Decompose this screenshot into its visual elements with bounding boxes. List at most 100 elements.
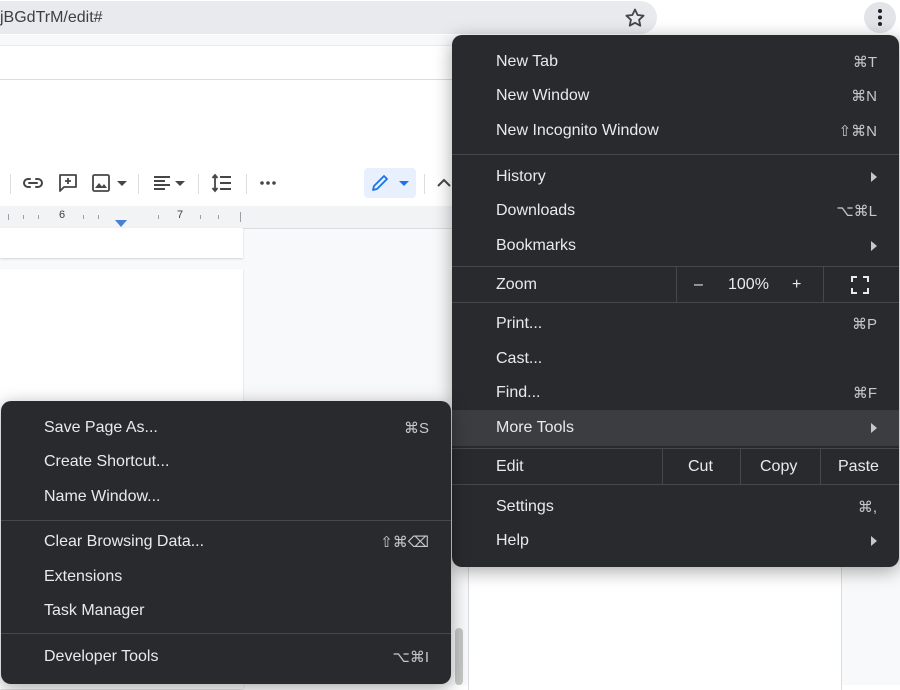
menu-item-shortcut: ⇧⌘N — [838, 123, 877, 140]
menu-item-history[interactable]: History — [452, 160, 899, 194]
menu-separator — [452, 154, 899, 155]
menu-item-label: New Tab — [496, 53, 558, 70]
menu-item-label: Create Shortcut... — [44, 453, 170, 470]
menu-item-developer-tools[interactable]: Developer Tools ⌥⌘I — [1, 640, 451, 674]
menu-item-label: Save Page As... — [44, 419, 158, 436]
address-bar[interactable]: jBGdTrM/edit# — [0, 1, 657, 34]
menu-item-shortcut: ⌥⌘I — [392, 649, 429, 666]
image-dropdown-icon[interactable] — [110, 171, 134, 195]
menu-separator — [1, 520, 451, 521]
fullscreen-button[interactable] — [824, 267, 899, 302]
ruler-tick — [23, 215, 24, 219]
add-comment-icon[interactable] — [56, 171, 80, 195]
menu-separator — [452, 484, 899, 485]
menu-item-name-window[interactable]: Name Window... — [1, 480, 451, 514]
more-horiz-icon[interactable] — [256, 171, 280, 195]
submenu-arrow-icon — [871, 536, 877, 546]
more-vert-icon — [878, 9, 882, 26]
zoom-level: 100% — [728, 276, 769, 293]
menu-item-bookmarks[interactable]: Bookmarks — [452, 229, 899, 263]
menu-item-shortcut: ⌘F — [852, 385, 877, 402]
menu-separator — [452, 302, 899, 303]
bookmark-star-icon[interactable] — [623, 6, 647, 30]
toolbar-separator — [246, 174, 247, 194]
menu-item-extensions[interactable]: Extensions — [1, 560, 451, 594]
menu-item-shortcut: ⌘, — [857, 499, 877, 516]
edit-label: Edit — [496, 458, 524, 475]
copy-button[interactable]: Copy — [741, 449, 820, 484]
menu-item-shortcut: ⌘S — [403, 420, 429, 437]
fullscreen-icon — [851, 276, 869, 294]
scrollbar-thumb[interactable] — [455, 628, 463, 685]
docs-toolbar — [0, 160, 452, 206]
menu-item-new-window[interactable]: New Window ⌘N — [452, 79, 899, 113]
browser-main-menu: New Tab ⌘T New Window ⌘N New Incognito W… — [452, 35, 899, 567]
document-page[interactable] — [468, 565, 842, 690]
ruler-number: 6 — [59, 209, 66, 221]
menu-item-label: Print... — [496, 315, 543, 332]
menu-item-downloads[interactable]: Downloads ⌥⌘L — [452, 194, 899, 228]
insert-link-icon[interactable] — [21, 171, 45, 195]
ruler-tick — [158, 215, 159, 219]
cut-button[interactable]: Cut — [663, 449, 740, 484]
document-page[interactable] — [0, 228, 243, 258]
menu-item-shortcut: ⌘N — [851, 88, 877, 105]
menu-item-new-tab[interactable]: New Tab ⌘T — [452, 45, 899, 79]
menu-item-new-incognito-window[interactable]: New Incognito Window ⇧⌘N — [452, 114, 899, 148]
menu-item-label: Cast... — [496, 350, 543, 367]
paste-button[interactable]: Paste — [821, 449, 899, 484]
menu-item-create-shortcut[interactable]: Create Shortcut... — [1, 445, 451, 479]
line-spacing-icon[interactable] — [210, 171, 234, 195]
cut-label: Cut — [688, 458, 713, 475]
editing-mode-button[interactable] — [364, 168, 416, 198]
menu-item-label: Name Window... — [44, 488, 161, 505]
zoom-out-button[interactable]: – — [677, 267, 723, 302]
submenu-arrow-icon — [871, 241, 877, 251]
menu-item-label: More Tools — [496, 419, 574, 436]
menu-item-shortcut: ⌘P — [851, 316, 877, 333]
menu-item-settings[interactable]: Settings ⌘, — [452, 490, 899, 524]
ruler-tick — [8, 214, 9, 220]
menu-item-label: History — [496, 168, 546, 185]
menu-item-shortcut: ⇧⌘⌫ — [380, 534, 429, 551]
menu-item-more-tools[interactable]: More Tools — [452, 410, 899, 446]
menu-item-label: New Window — [496, 87, 590, 104]
ruler-tick — [98, 215, 99, 219]
align-dropdown-icon[interactable] — [168, 171, 192, 195]
menu-item-print[interactable]: Print... ⌘P — [452, 307, 899, 341]
menu-item-save-page-as[interactable]: Save Page As... ⌘S — [1, 411, 451, 445]
zoom-row: Zoom – 100% + — [452, 267, 899, 302]
zoom-out-label: – — [694, 276, 703, 293]
ruler-number: 7 — [177, 209, 184, 221]
menu-item-label: Extensions — [44, 568, 123, 585]
zoom-in-label: + — [792, 276, 802, 293]
more-tools-submenu: Save Page As... ⌘S Create Shortcut... Na… — [1, 401, 451, 684]
menu-item-task-manager[interactable]: Task Manager — [1, 594, 451, 628]
menu-item-label: Find... — [496, 384, 541, 401]
indent-marker[interactable] — [115, 220, 127, 227]
menu-item-find[interactable]: Find... ⌘F — [452, 376, 899, 410]
menu-item-cast[interactable]: Cast... — [452, 342, 899, 376]
paste-label: Paste — [838, 458, 879, 475]
ruler-tick — [200, 215, 201, 219]
address-bar-url: jBGdTrM/edit# — [0, 9, 103, 26]
ruler-tick — [240, 212, 241, 222]
menu-item-label: Downloads — [496, 202, 576, 219]
copy-label: Copy — [760, 458, 798, 475]
toolbar-separator — [198, 174, 199, 194]
menu-item-clear-browsing-data[interactable]: Clear Browsing Data... ⇧⌘⌫ — [1, 525, 451, 559]
menu-item-label: Bookmarks — [496, 237, 577, 254]
menu-item-label: Developer Tools — [44, 648, 159, 665]
menu-item-label: Task Manager — [44, 602, 145, 619]
menu-item-label: Settings — [496, 498, 554, 515]
docs-ruler[interactable]: 6 7 — [0, 206, 452, 229]
zoom-in-button[interactable]: + — [777, 267, 823, 302]
menu-item-help[interactable]: Help — [452, 524, 899, 558]
edit-row: Edit Cut Copy Paste — [452, 449, 899, 484]
menu-item-label: Help — [496, 532, 529, 549]
toolbar-separator — [10, 174, 11, 194]
menu-item-label: Clear Browsing Data... — [44, 533, 205, 550]
browser-menu-button[interactable] — [864, 2, 896, 33]
chevron-down-icon — [399, 181, 409, 186]
menu-separator — [1, 633, 451, 634]
